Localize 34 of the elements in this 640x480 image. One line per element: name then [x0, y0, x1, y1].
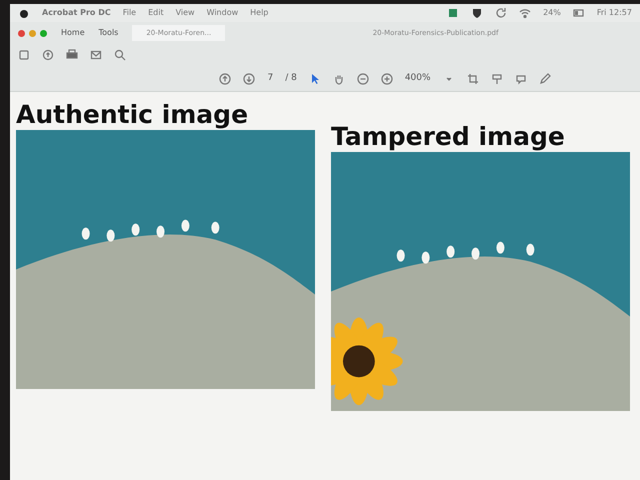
print-icon[interactable] — [66, 49, 78, 61]
crop-icon[interactable] — [466, 72, 479, 84]
comment-icon[interactable] — [514, 72, 527, 84]
zoom-window-button[interactable] — [40, 30, 47, 36]
figure-caption: Tampered image — [331, 122, 566, 152]
menu-item[interactable]: Help — [250, 7, 268, 19]
sync-icon[interactable] — [495, 7, 508, 19]
search-icon[interactable] — [114, 49, 126, 61]
menu-item[interactable]: Window — [206, 7, 238, 19]
mail-icon[interactable] — [90, 49, 102, 61]
menu-item[interactable]: File — [122, 7, 136, 19]
zoom-level-field[interactable]: 400% — [404, 72, 431, 86]
page-total: / 8 — [285, 72, 297, 85]
zoom-out-icon[interactable] — [356, 72, 369, 84]
wifi-icon[interactable] — [519, 7, 532, 19]
zoom-in-icon[interactable] — [380, 72, 393, 84]
minimize-window-button[interactable] — [29, 30, 36, 36]
close-window-button[interactable] — [18, 30, 25, 36]
menu-item[interactable]: Edit — [148, 7, 164, 19]
shield-icon[interactable] — [471, 7, 484, 19]
menu-clock: Fri 12:57 — [596, 7, 632, 19]
nav-tab[interactable]: Tools — [98, 27, 118, 39]
battery-icon — [572, 7, 585, 19]
page-up-icon[interactable] — [219, 72, 232, 84]
status-icon[interactable] — [447, 7, 460, 19]
figure-caption: Authentic image — [16, 100, 250, 130]
page-down-icon[interactable] — [243, 72, 256, 84]
app-menu[interactable]: Acrobat Pro DC — [42, 7, 111, 19]
battery-percentage: 24% — [543, 7, 561, 19]
nav-tab[interactable]: Home — [61, 27, 85, 39]
page-number-field[interactable]: 7 — [267, 72, 274, 86]
save-icon[interactable] — [18, 49, 30, 61]
menu-item[interactable]: View — [176, 7, 195, 19]
pen-icon[interactable] — [538, 72, 551, 84]
